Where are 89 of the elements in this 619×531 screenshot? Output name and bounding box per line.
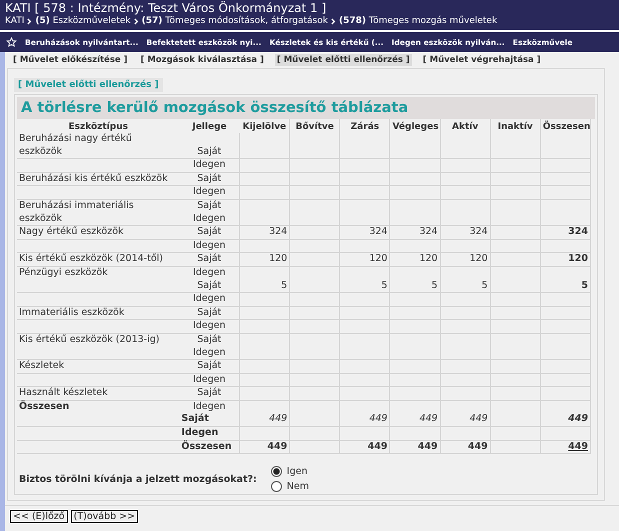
table-cell-text: Idegen xyxy=(192,240,227,252)
table-cell: 449 xyxy=(269,413,288,424)
table-cell-text: Összesen xyxy=(181,440,233,454)
column-header: Végleges xyxy=(390,119,440,133)
table-cell: Nagy értékű eszközök xyxy=(19,226,124,238)
column-header: Inaktív xyxy=(490,119,540,133)
table-cell: 5 xyxy=(482,280,488,291)
question-label: Biztos törölni kívánja a jelzett mozgásokat?: xyxy=(19,474,257,485)
table-cell: Kis értékű eszközök (2013-ig) xyxy=(19,334,160,345)
table-cell-text: Saját xyxy=(196,172,222,186)
table-cell: Összesen xyxy=(19,400,70,412)
column-header: Összesen xyxy=(540,119,590,133)
table-cell: 120 xyxy=(470,253,488,264)
table-cell-text: Saját xyxy=(196,360,222,373)
table-cell: 324 xyxy=(470,226,488,238)
table-cell: 5 xyxy=(281,280,288,291)
tab[interactable]: [ Mozgások kiválasztása ] xyxy=(138,54,266,66)
window-title: KATI [ 578 : Intézmény: Teszt Város Önkormányzat 1 ] xyxy=(5,1,328,15)
table-cell: 120 xyxy=(419,253,438,264)
table-cell: 449 xyxy=(369,413,388,424)
table-cell-text: Saját xyxy=(196,146,222,158)
radio-label[interactable]: Igen xyxy=(286,466,308,478)
column-header: Bővítve xyxy=(290,119,340,133)
breadcrumb-link[interactable]: KATI xyxy=(5,15,24,27)
table-cell: 449 xyxy=(267,440,288,452)
table-cell-text: Idegen xyxy=(181,427,220,440)
table-cell-text: Saját xyxy=(196,253,222,266)
table-cell-text: Idegen xyxy=(192,400,227,413)
table-cell-text: Idegen xyxy=(192,374,227,386)
table-cell-text: Idegen xyxy=(192,266,227,280)
breadcrumb-link[interactable]: (57) Tömeges módosítások, átforgatások xyxy=(142,15,328,27)
table-cell: 324 xyxy=(568,226,588,238)
table-cell-text: Saját xyxy=(196,334,222,346)
column-header: Aktív xyxy=(440,119,490,133)
table-cell-text: Saját xyxy=(196,280,222,292)
nav-button[interactable]: << (E)lőző xyxy=(10,510,68,523)
table-cell-text: Idegen xyxy=(192,212,227,226)
table-cell: 449 xyxy=(470,413,488,424)
star-icon[interactable] xyxy=(6,36,17,48)
table-cell-text: Idegen xyxy=(192,320,227,333)
table-cell: Beruházási immateriális eszközök xyxy=(19,200,134,224)
breadcrumb-link[interactable]: (5) Eszközműveletek xyxy=(35,15,131,27)
table-cell: 5 xyxy=(381,280,388,291)
chevron-icon xyxy=(134,18,139,24)
tab[interactable]: [ Művelet végrehajtása ] xyxy=(420,54,543,66)
column-header: Eszköztípus xyxy=(17,119,180,133)
table-cell-text: Idegen xyxy=(192,346,227,360)
table-cell: Készletek xyxy=(19,360,64,372)
table-title: A törlésre kerülő mozgások összesítő táblázata xyxy=(17,97,595,119)
table-cell: Immateriális eszközök xyxy=(19,306,124,318)
table-cell: 120 xyxy=(568,253,588,264)
column-header: Zárás xyxy=(340,119,390,133)
radio-button[interactable] xyxy=(270,481,282,492)
table-cell: 324 xyxy=(269,226,288,238)
radio-label[interactable]: Nem xyxy=(286,481,310,492)
table-cell: 120 xyxy=(269,253,288,264)
table-cell: 449 xyxy=(468,440,488,452)
table-cell: 449 xyxy=(419,413,438,424)
table-cell-text: Saját xyxy=(196,387,222,400)
table-cell: Beruházási kis értékű eszközök xyxy=(19,172,168,184)
table-cell-text: Idegen xyxy=(192,293,227,306)
table-cell: 449 xyxy=(568,440,588,452)
table-cell: 449 xyxy=(568,413,588,424)
tab[interactable]: [ Művelet előkészítése ] xyxy=(11,54,130,66)
chevron-icon xyxy=(330,18,336,24)
table-cell-text: Saját xyxy=(181,413,210,426)
table-cell-text: Saját xyxy=(196,226,222,239)
column-header: Jellege xyxy=(179,119,240,133)
table-cell: 5 xyxy=(581,280,588,291)
table-cell: Kis értékű eszközök (2014-től) xyxy=(19,253,163,264)
breadcrumb-link[interactable]: (578) Tömeges mozgás műveletek xyxy=(338,15,498,27)
table-cell: Beruházási nagy értékű eszközök xyxy=(19,133,132,157)
chevron-icon xyxy=(27,18,32,24)
table-cell: 5 xyxy=(432,280,438,291)
table-cell-text: Idegen xyxy=(192,159,227,172)
table-cell-text: Saját xyxy=(196,306,222,320)
column-header: Kijelölve xyxy=(240,119,290,133)
radio-button[interactable] xyxy=(270,466,282,478)
table-cell-text: Saját xyxy=(196,200,222,213)
table-cell: 120 xyxy=(369,253,388,264)
table-cell: 449 xyxy=(418,440,438,452)
table-cell-text: Idegen xyxy=(192,186,227,199)
table-cell: Használt készletek xyxy=(19,387,108,398)
table-cell: 324 xyxy=(369,226,388,238)
nav-button[interactable]: (T)ovább >> xyxy=(70,510,138,523)
table-cell: Pénzügyi eszközök xyxy=(19,266,108,278)
table-cell: 324 xyxy=(419,226,438,238)
tab[interactable]: [ Művelet előtti ellenőrzés ] xyxy=(274,54,412,66)
table-cell: 449 xyxy=(368,440,388,452)
